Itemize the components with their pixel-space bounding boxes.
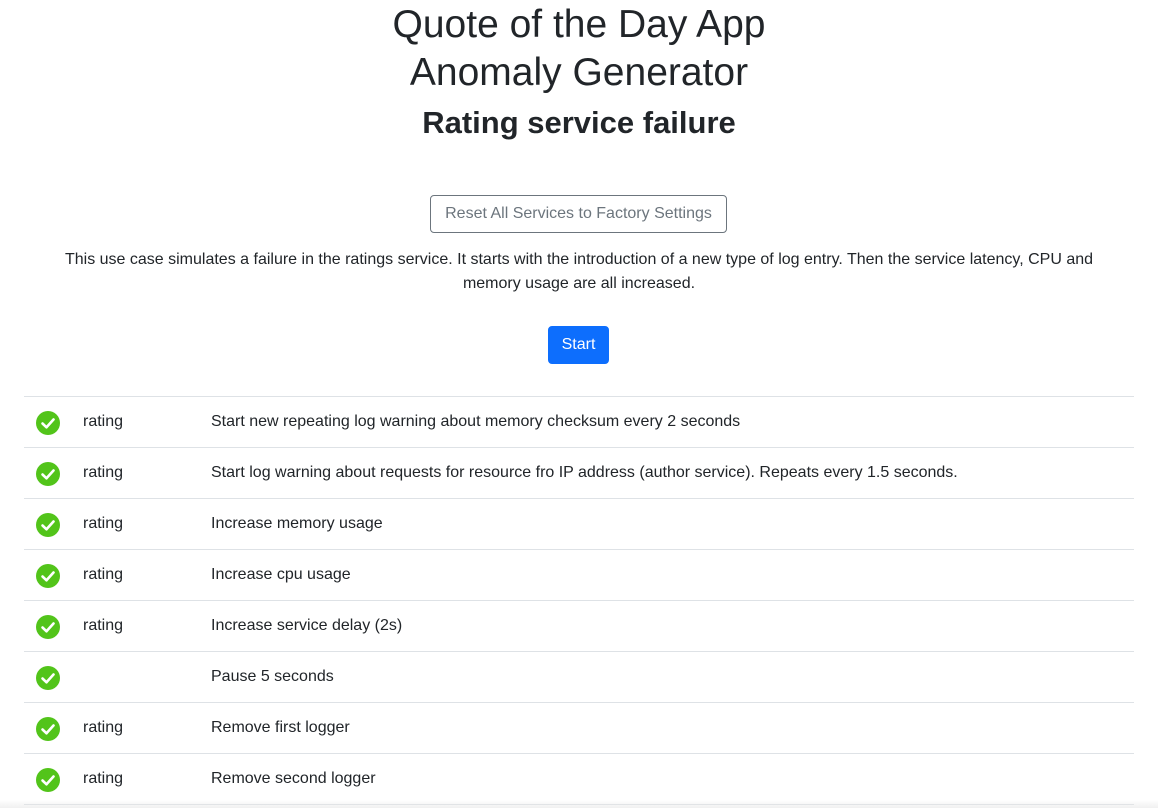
step-row: rating Increase cpu usage xyxy=(24,550,1134,601)
step-service: rating xyxy=(83,413,124,430)
step-service: rating xyxy=(83,617,124,634)
check-circle-icon xyxy=(36,666,60,690)
check-circle-icon xyxy=(36,615,60,639)
check-circle-bg xyxy=(36,615,60,639)
check-circle-bg xyxy=(36,564,60,588)
check-circle-bg xyxy=(36,513,60,537)
app-title: Quote of the Day App xyxy=(392,3,766,46)
step-service: rating xyxy=(83,464,124,481)
step-action: Increase cpu usage xyxy=(211,566,351,583)
step-row: rating Remove first logger xyxy=(24,703,1134,754)
step-row: rating Start log warning about requests … xyxy=(24,448,1134,499)
reset-services-button[interactable]: Reset All Services to Factory Settings xyxy=(430,195,727,233)
check-circle-bg xyxy=(36,462,60,486)
step-action: Remove second logger xyxy=(211,770,376,787)
step-action: Increase service delay (2s) xyxy=(211,617,403,634)
check-circle-icon xyxy=(36,462,60,486)
check-circle-bg xyxy=(36,717,60,741)
step-service: rating xyxy=(83,770,124,787)
step-row: rating Increase service delay (2s) xyxy=(24,601,1134,652)
check-circle-icon xyxy=(36,768,60,792)
app-subtitle: Anomaly Generator xyxy=(409,51,749,94)
use-case-title: Rating service failure xyxy=(422,105,736,140)
use-case-description: This use case simulates a failure in the… xyxy=(64,251,1094,292)
step-action: Pause 5 seconds xyxy=(211,668,334,685)
check-circle-bg xyxy=(36,666,60,690)
step-row: Pause 5 seconds xyxy=(24,652,1134,703)
step-action: Start new repeating log warning about me… xyxy=(211,413,741,430)
check-circle-icon xyxy=(36,564,60,588)
step-row: rating Increase memory usage xyxy=(24,499,1134,550)
step-service: rating xyxy=(83,566,124,583)
step-row: rating Remove second logger xyxy=(24,754,1134,805)
anomaly-generator-page: Quote of the Day App Anomaly Generator R… xyxy=(0,0,1158,808)
step-service: rating xyxy=(83,515,124,532)
check-circle-bg xyxy=(36,768,60,792)
check-circle-icon xyxy=(36,717,60,741)
check-circle-icon xyxy=(36,411,60,435)
check-circle-icon xyxy=(36,513,60,537)
steps-table: rating Start new repeating log warning a… xyxy=(24,396,1134,805)
step-action: Increase memory usage xyxy=(211,515,383,532)
step-action: Start log warning about requests for res… xyxy=(211,464,958,481)
step-row: rating Start new repeating log warning a… xyxy=(24,397,1134,448)
start-button[interactable]: Start xyxy=(548,326,609,364)
step-service: rating xyxy=(83,719,124,736)
step-action: Remove first logger xyxy=(211,719,350,736)
check-circle-bg xyxy=(36,411,60,435)
